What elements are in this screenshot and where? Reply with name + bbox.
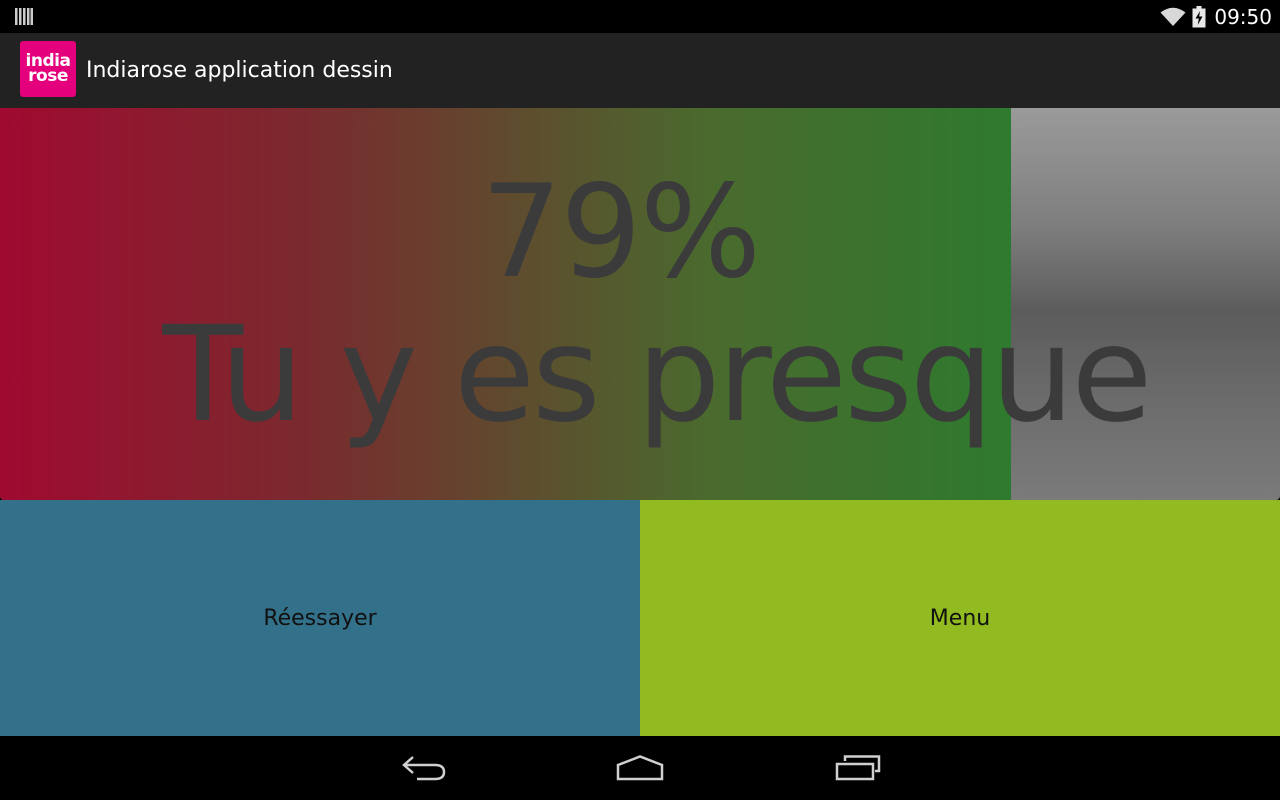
battery-charging-icon [1192, 5, 1206, 27]
navigation-bar [0, 736, 1280, 800]
result-panel: 79% Tu y es presque [0, 108, 1280, 500]
recent-apps-icon [835, 755, 881, 781]
home-icon [616, 755, 664, 781]
status-time: 09:50 [1214, 4, 1272, 29]
status-right-group: 09:50 [1160, 0, 1272, 33]
score-percent: 79% [480, 158, 762, 307]
action-bar: india rose Indiarose application dessin [0, 33, 1280, 108]
back-button[interactable] [374, 736, 474, 800]
notification-bars-icon [15, 8, 33, 25]
recent-apps-button[interactable] [808, 736, 908, 800]
back-icon [402, 756, 446, 781]
retry-button[interactable]: Réessayer [0, 500, 640, 736]
home-button[interactable] [590, 736, 690, 800]
app-logo-line2: rose [28, 66, 68, 86]
menu-button[interactable]: Menu [640, 500, 1280, 736]
status-bar: 09:50 [0, 0, 1280, 33]
wifi-icon [1160, 7, 1186, 26]
result-message: Tu y es presque [162, 298, 1152, 452]
app-logo[interactable]: india rose [20, 41, 76, 97]
app-title: Indiarose application dessin [86, 58, 393, 83]
